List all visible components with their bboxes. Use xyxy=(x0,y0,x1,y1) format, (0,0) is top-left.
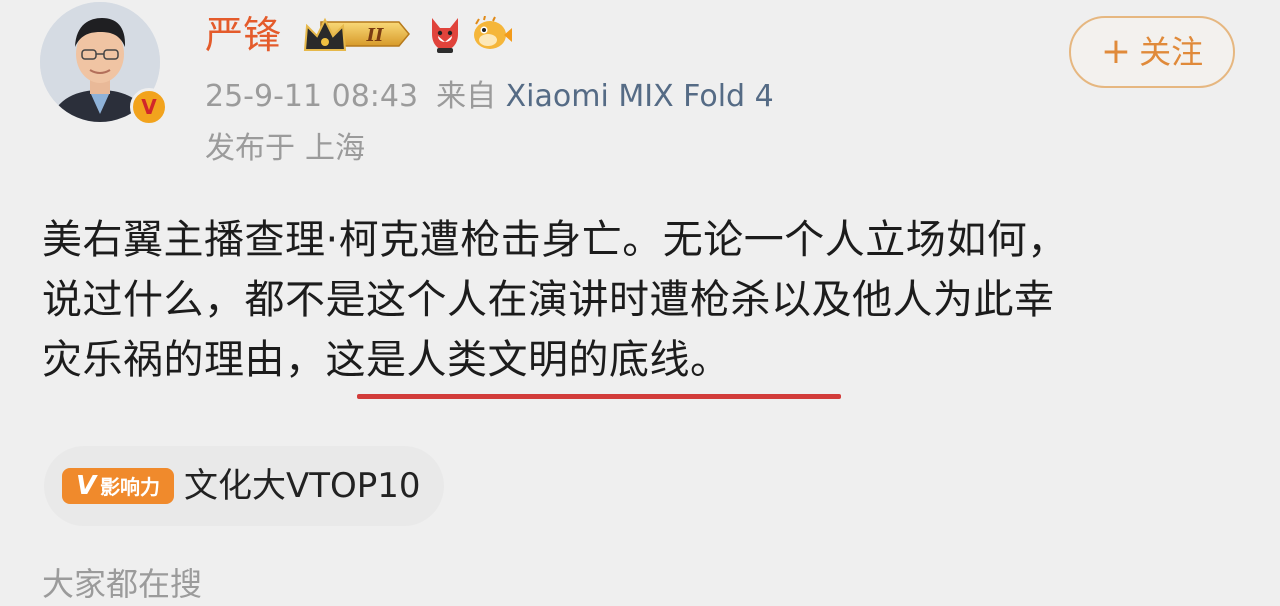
source-device-link[interactable]: Xiaomi MIX Fold 4 xyxy=(506,79,774,114)
post-timestamp: 25-9-11 08:43 xyxy=(205,79,419,114)
follow-button-label: 关注 xyxy=(1139,33,1204,71)
influence-v-icon: V xyxy=(75,471,97,501)
trending-search-heading: 大家都在搜 xyxy=(42,565,203,603)
location-prefix: 发布于 xyxy=(205,131,295,166)
crown-level-badge-icon[interactable]: II xyxy=(303,14,411,54)
post-text-line: 美右翼主播查理·柯克遭枪击身亡。无论一个人立场如何， xyxy=(42,217,1068,263)
plus-icon: + xyxy=(1100,31,1132,72)
post-text-line: 灾乐祸的理由，这是人类文明的底线。 xyxy=(42,330,1242,390)
highlighted-text: 这是人类文明的底线。 xyxy=(325,337,731,383)
pufferfish-icon[interactable] xyxy=(470,16,512,52)
avatar-container[interactable]: V xyxy=(40,2,168,128)
post-location: 发布于 上海 xyxy=(205,128,365,170)
location-name: 上海 xyxy=(305,131,365,166)
influence-badge: V 影响力 xyxy=(62,468,174,504)
username[interactable]: 严锋 xyxy=(205,12,281,58)
follow-button[interactable]: + 关注 xyxy=(1069,16,1235,88)
post-text: 美右翼主播查理·柯克遭枪击身亡。无论一个人立场如何， 说过什么，都不是这个人在演… xyxy=(42,210,1242,390)
source-prefix: 来自 xyxy=(436,79,497,114)
post-meta: 25-9-11 08:43 来自 Xiaomi MIX Fold 4 xyxy=(205,76,774,118)
level-badge-label: II xyxy=(366,25,384,46)
fox-icon[interactable] xyxy=(428,14,462,54)
post-text-line: 说过什么，都不是这个人在演讲时遭枪杀以及他人为此幸 xyxy=(42,277,1055,323)
influence-badge-label: 影响力 xyxy=(100,475,161,499)
topic-chip-label[interactable]: 文化大VTOP10 xyxy=(184,462,421,510)
verified-v-icon: V xyxy=(130,88,168,126)
red-underline-mark xyxy=(357,394,841,399)
post-text-segment: 灾乐祸的理由， xyxy=(42,337,326,383)
